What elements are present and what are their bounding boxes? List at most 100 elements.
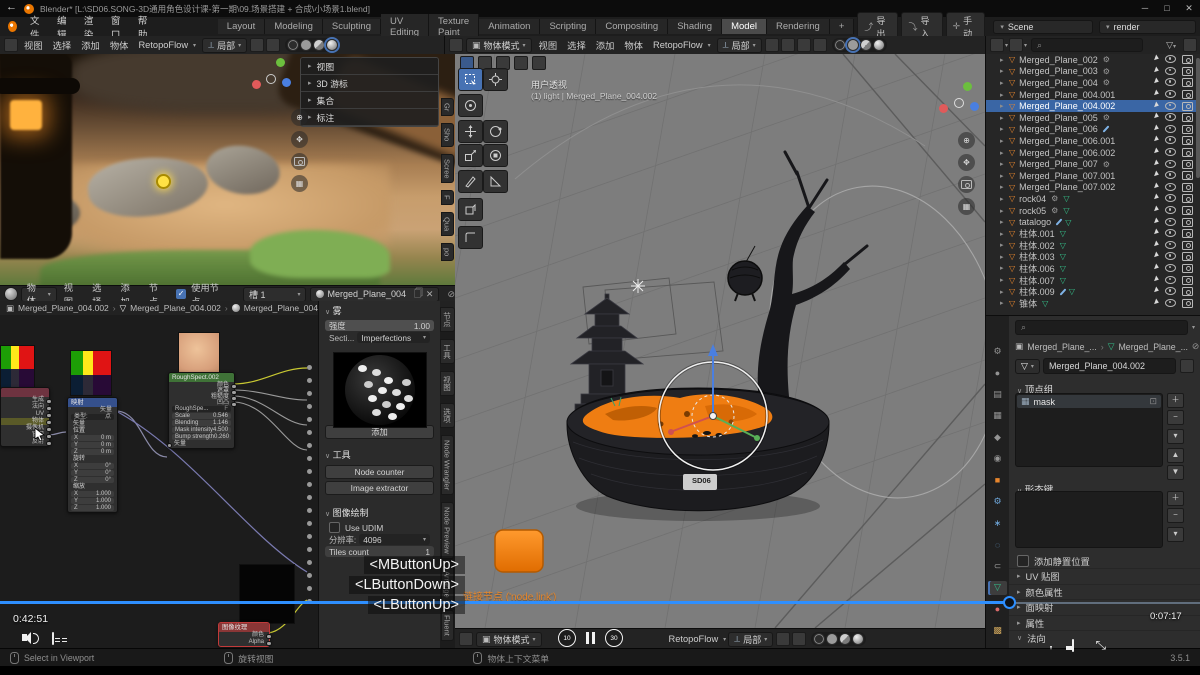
object-name[interactable]: 锥体 <box>1019 297 1037 310</box>
expand-arrow-icon[interactable]: ▸ <box>1000 160 1009 168</box>
shading-rendered-icon[interactable] <box>326 39 338 51</box>
side-tab[interactable]: 视图 <box>440 371 455 396</box>
properties-tab[interactable]: ■ <box>988 473 1007 487</box>
hide-render-icon[interactable] <box>1182 299 1193 308</box>
fake-user-shield-icon[interactable] <box>1180 359 1194 373</box>
node-field[interactable]: Y1.000 <box>71 498 114 504</box>
node-field[interactable]: Z0° <box>71 477 114 483</box>
outliner-funnel-icon[interactable]: ▽▾ <box>1166 40 1176 51</box>
outliner-row[interactable]: ▸ ▽ Merged_Plane_003 ⚙ <box>986 66 1200 78</box>
node-output-socket[interactable]: 生成 <box>1 397 49 404</box>
expand-arrow-icon[interactable]: ▸ <box>1000 67 1009 75</box>
pin-id-icon[interactable]: ⊘ <box>1192 341 1199 352</box>
selectable-toggle-icon[interactable] <box>1154 275 1160 282</box>
outliner-row[interactable]: ▸ ▽ 柱体.009 ▽ <box>986 286 1200 298</box>
viewport-menu-item[interactable]: 视图 <box>19 38 48 52</box>
mode-dropdown[interactable]: ▣物体模式▾ <box>476 632 542 647</box>
properties-tab[interactable]: ⚙ <box>988 495 1007 509</box>
side-tab[interactable]: 工具 <box>440 339 455 364</box>
viewport-menu-item[interactable]: 物体 <box>105 38 134 52</box>
selectable-toggle-icon[interactable] <box>1154 171 1160 178</box>
shading-material-icon[interactable] <box>860 39 872 51</box>
rendered-preview-viewport[interactable]: ▸视图▸3D 游标▸集合▸标注 ⊕ ✥ ▦ GrShoScreeFQuapo <box>0 54 455 285</box>
shading-rendered-icon[interactable] <box>852 633 864 645</box>
outliner-row[interactable]: ▸ ▽ 柱体.003 ▽ <box>986 251 1200 263</box>
outliner-row[interactable]: ▸ ▽ 柱体.007 ▽ <box>986 274 1200 286</box>
selectable-toggle-icon[interactable] <box>1154 217 1160 224</box>
vertex-groups-list[interactable]: ▦mask ⊡ <box>1015 393 1163 467</box>
selectable-toggle-icon[interactable] <box>1154 206 1160 213</box>
outliner-search-input[interactable]: ⌕ <box>1031 38 1143 52</box>
object-name[interactable]: Merged_Plane_004.001 <box>1019 90 1115 100</box>
selectable-toggle-icon[interactable] <box>1154 90 1160 97</box>
selectable-toggle-icon[interactable] <box>1154 66 1160 73</box>
outliner-row[interactable]: ▸ ▽ 柱体.002 ▽ <box>986 240 1200 252</box>
properties-tab[interactable]: ▦ <box>988 409 1007 423</box>
move-down-button[interactable]: ▼ <box>1167 465 1184 480</box>
strength-slider[interactable]: 强度1.00 <box>325 320 434 331</box>
object-name[interactable]: tatalogo <box>1019 217 1051 227</box>
roughspect-group-node[interactable]: RoughSpect.002 颜色遮罩粗糙度凹凸 RoughSpe...F Sc… <box>168 372 235 449</box>
hide-viewport-icon[interactable] <box>1165 229 1176 237</box>
outliner-row[interactable]: ▸ ▽ Merged_Plane_004.002 <box>986 100 1200 112</box>
hide-viewport-icon[interactable] <box>1165 125 1176 133</box>
snap-magnet-icon[interactable] <box>765 38 779 52</box>
hide-viewport-icon[interactable] <box>1165 55 1176 63</box>
shading-rendered-icon[interactable] <box>873 39 885 51</box>
shape-key-specials-button[interactable]: ▾ <box>1167 527 1184 542</box>
gizmo-toggle-icon[interactable] <box>797 38 811 52</box>
tool-tweak[interactable] <box>458 94 483 117</box>
skip-back-button[interactable]: 10 <box>558 629 576 647</box>
node-field[interactable]: 类型:点 <box>71 414 114 420</box>
remove-shape-key-button[interactable]: − <box>1167 508 1184 523</box>
snap-magnet-icon[interactable] <box>776 632 790 646</box>
hide-viewport-icon[interactable] <box>1165 148 1176 156</box>
camera-view-icon[interactable] <box>291 153 308 170</box>
side-tab[interactable]: Gr <box>441 98 454 116</box>
hide-render-icon[interactable] <box>1182 206 1193 215</box>
navigation-axis-gizmo[interactable] <box>937 80 981 124</box>
tool-select-box[interactable] <box>458 68 483 91</box>
outliner-row[interactable]: ▸ ▽ rock04 ⚙ ▽ <box>986 193 1200 205</box>
shape-keys-list[interactable] <box>1015 491 1163 548</box>
grid-toggle-icon[interactable]: ▦ <box>291 175 308 192</box>
node-field[interactable]: 旋转 <box>68 456 117 463</box>
outliner-row[interactable]: ▸ ▽ Merged_Plane_006.001 <box>986 135 1200 147</box>
side-tab[interactable]: po <box>441 243 454 261</box>
hide-viewport-icon[interactable] <box>1165 252 1176 260</box>
expand-arrow-icon[interactable]: ▸ <box>1000 288 1009 296</box>
hide-viewport-icon[interactable] <box>1165 171 1176 179</box>
copy-material-icon[interactable]: 🗍 <box>414 286 423 302</box>
selectable-toggle-icon[interactable] <box>1154 194 1160 201</box>
outliner-row[interactable]: ▸ ▽ 柱体.001 ▽ <box>986 228 1200 240</box>
shading-solid-icon[interactable] <box>826 633 838 645</box>
selectable-toggle-icon[interactable] <box>1154 298 1160 305</box>
npanel-section-collapsed[interactable]: ▸3D 游标 <box>301 75 438 92</box>
side-tab[interactable]: 选项 <box>440 403 455 428</box>
node-field[interactable]: Z0 m <box>71 449 114 455</box>
shading-material-icon[interactable] <box>839 633 851 645</box>
node-field[interactable]: 矢量 <box>68 421 117 428</box>
object-name[interactable]: rock05 <box>1019 206 1046 216</box>
hide-render-icon[interactable] <box>1182 229 1193 238</box>
editor-type-icon[interactable] <box>459 632 473 646</box>
side-tab[interactable]: Sho <box>441 123 454 146</box>
viewport-menu-item[interactable]: 选择 <box>562 38 591 52</box>
category-dropdown[interactable]: Imperfections▾ <box>357 332 430 343</box>
move-up-button[interactable]: ▲ <box>1167 448 1184 463</box>
proportional-edit-icon[interactable] <box>792 632 806 646</box>
proportional-edit-icon[interactable] <box>266 38 280 52</box>
tool-extra[interactable] <box>458 226 483 249</box>
pan-hand-icon[interactable]: ✥ <box>291 131 308 148</box>
tools-section-header[interactable]: ∨ 工具 <box>319 445 440 463</box>
expand-arrow-icon[interactable]: ▸ <box>1000 218 1009 226</box>
tool-measure[interactable] <box>483 170 508 193</box>
hide-render-icon[interactable] <box>1182 194 1193 203</box>
resolution-dropdown[interactable]: 4096▾ <box>359 534 430 545</box>
outliner-display-mode-icon[interactable] <box>990 38 1004 52</box>
hide-viewport-icon[interactable] <box>1165 218 1176 226</box>
properties-editor[interactable]: ⚙●▤▦◆◉■⚙∗◌⊂▽●▩ ⌕ ▾ ▣Merged_Plane_... › ▽… <box>985 315 1200 649</box>
outliner-row[interactable]: ▸ ▽ Merged_Plane_006.002 <box>986 147 1200 159</box>
hide-viewport-icon[interactable] <box>1165 67 1176 75</box>
outliner[interactable]: ▸ ▽ Merged_Plane_002 ⚙ ▸ ▽ Merge <box>985 54 1200 315</box>
